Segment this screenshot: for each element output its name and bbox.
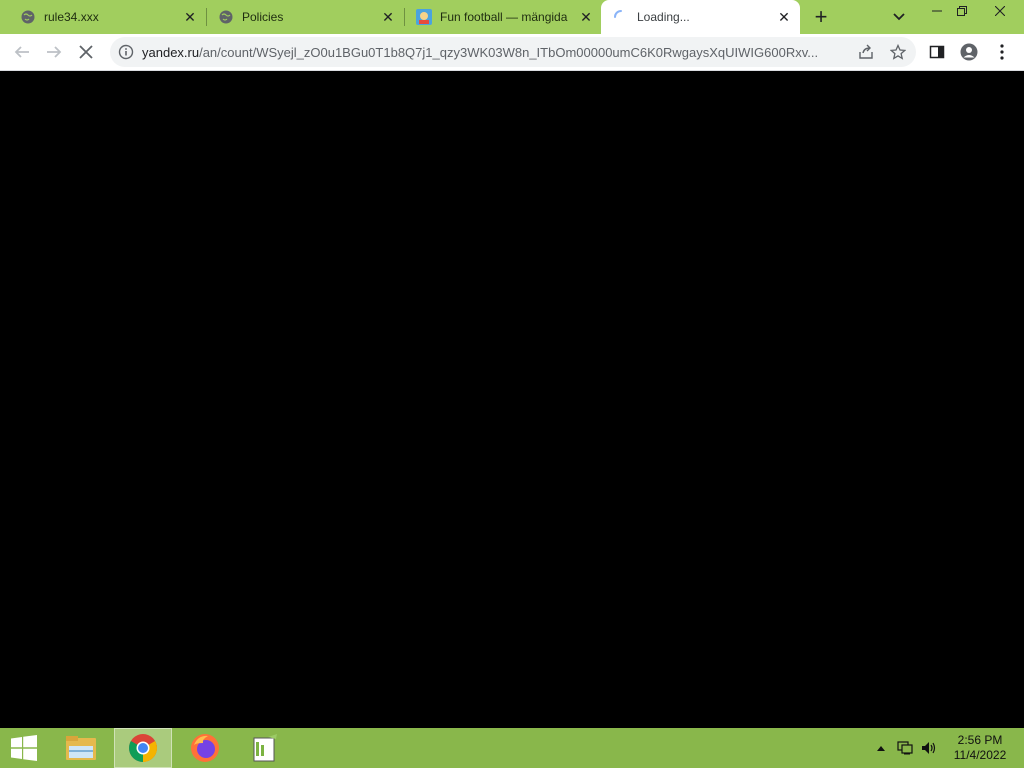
share-icon[interactable] [858, 44, 874, 60]
windows-taskbar: 2:56 PM 11/4/2022 [0, 728, 1024, 768]
volume-icon[interactable] [921, 740, 937, 756]
restore-button[interactable] [945, 0, 979, 22]
profile-avatar-icon[interactable] [960, 43, 978, 61]
tab-loading[interactable]: Loading... ✕ [601, 0, 800, 34]
back-button[interactable] [10, 40, 34, 64]
globe-icon [218, 9, 234, 25]
chrome-icon[interactable] [114, 728, 172, 768]
close-icon[interactable]: ✕ [380, 9, 396, 25]
close-icon[interactable]: ✕ [776, 9, 792, 25]
windows-start-icon[interactable] [0, 728, 48, 768]
loading-spinner-icon [613, 9, 629, 25]
tab-rule34[interactable]: rule34.xxx ✕ [0, 0, 206, 34]
close-window-button[interactable] [983, 0, 1017, 22]
tab-title: Loading... [637, 10, 690, 24]
firefox-icon[interactable] [176, 728, 234, 768]
forward-button[interactable] [42, 40, 66, 64]
game-icon [416, 9, 432, 25]
close-icon[interactable]: ✕ [578, 9, 594, 25]
new-tab-button[interactable]: + [810, 4, 832, 29]
network-icon[interactable] [897, 740, 913, 756]
url-text[interactable]: yandex.ru/an/count/WSyejl_zO0u1BGu0T1b8Q… [142, 45, 860, 60]
tab-policies[interactable]: Policies ✕ [198, 0, 404, 34]
tab-title: Fun football — mängida [440, 10, 568, 24]
tab-title: rule34.xxx [44, 10, 99, 24]
clock-time: 2:56 PM [957, 733, 1003, 747]
address-bar[interactable]: yandex.ru/an/count/WSyejl_zO0u1BGu0T1b8Q… [110, 37, 916, 67]
close-icon[interactable]: ✕ [182, 9, 198, 25]
file-explorer-icon[interactable] [52, 728, 110, 768]
globe-icon [20, 9, 36, 25]
more-menu-icon[interactable] [993, 43, 1011, 61]
show-hidden-icons-icon[interactable] [873, 740, 889, 756]
info-icon[interactable] [118, 44, 134, 60]
page-content-blank[interactable] [0, 71, 1024, 728]
clock-date: 11/4/2022 [953, 748, 1007, 762]
side-panel-icon[interactable] [928, 43, 946, 61]
tab-fun-football[interactable]: Fun football — mängida ✕ [396, 0, 602, 34]
stop-loading-button[interactable] [74, 40, 98, 64]
system-clock[interactable]: 2:56 PM 11/4/2022 [946, 733, 1014, 763]
tab-strip: rule34.xxx ✕ Policies ✕ Fun football — m… [0, 0, 1024, 34]
star-icon[interactable] [890, 44, 906, 60]
browser-toolbar: yandex.ru/an/count/WSyejl_zO0u1BGu0T1b8Q… [0, 34, 1024, 71]
url-path: /an/count/WSyejl_zO0u1BGu0T1b8Q7j1_qzy3W… [199, 45, 819, 60]
url-host: yandex.ru [142, 45, 200, 60]
notepad-plus-plus-icon[interactable] [236, 728, 294, 768]
chevron-down-icon[interactable] [890, 8, 908, 26]
tab-title: Policies [242, 10, 284, 24]
